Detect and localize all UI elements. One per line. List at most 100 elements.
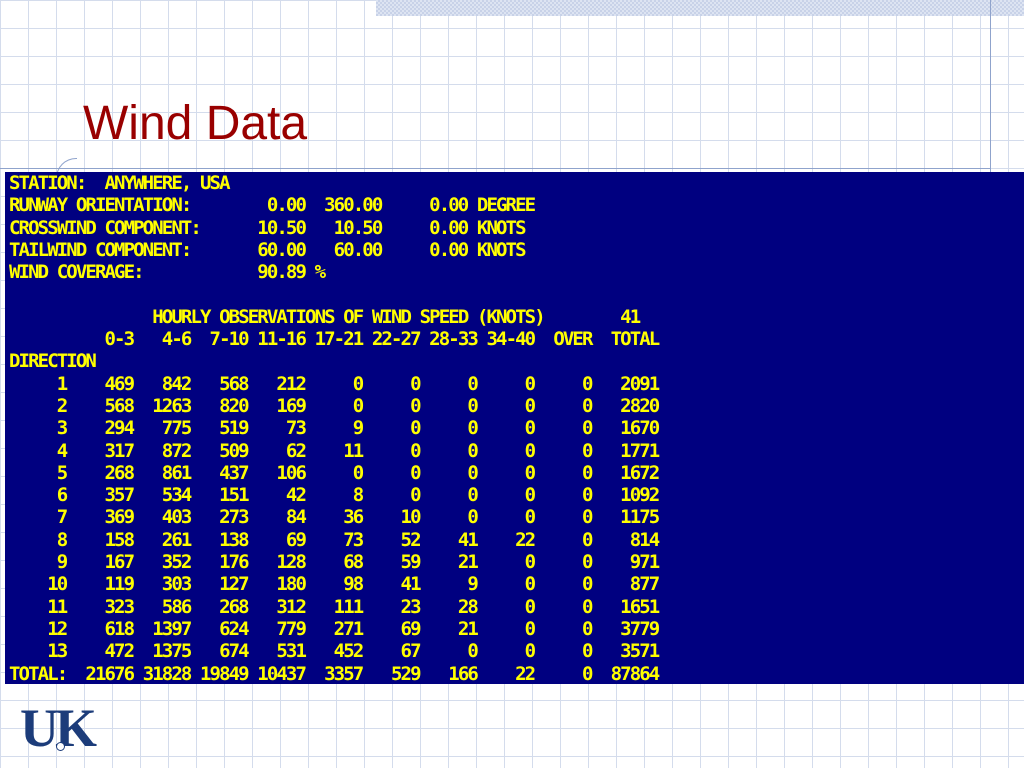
total-cell: 87864 xyxy=(591,662,661,684)
column-header-5: 22-27 xyxy=(362,328,422,351)
table-cell: 28 xyxy=(419,595,479,618)
table-cell: 312 xyxy=(247,595,307,618)
table-cell: 1771 xyxy=(591,439,660,462)
table-cell: 0 xyxy=(476,573,536,596)
table-cell: 67 xyxy=(362,640,422,663)
table-row: 2 568 1263 820 169 0 0 0 0 0 2820 xyxy=(5,395,1024,417)
table-cell: 0 xyxy=(534,484,593,507)
table-cell: 452 xyxy=(305,640,365,663)
slide-title: Wind Data xyxy=(83,97,308,150)
table-cell: 0 xyxy=(534,617,593,640)
table-cell: 0 xyxy=(534,461,593,484)
table-cell: 0 xyxy=(362,372,421,395)
table-cell: 872 xyxy=(133,439,193,462)
table-cell: 568 xyxy=(190,372,250,395)
table-row: 4 317 872 509 62 11 0 0 0 0 1771 xyxy=(5,440,1024,462)
table-row: 11 323 586 268 312 111 23 28 0 0 1651 xyxy=(5,596,1024,618)
direction-cell: 13 xyxy=(9,640,68,663)
table-cell: 519 xyxy=(190,417,250,440)
direction-cell: 12 xyxy=(9,617,68,640)
table-title-line: HOURLY OBSERVATIONS OF WIND SPEED (KNOTS… xyxy=(5,306,1024,328)
table-cell: 180 xyxy=(247,573,307,596)
decorative-vertical-line xyxy=(990,0,991,175)
table-cell: 0 xyxy=(476,506,536,529)
table-cell: 268 xyxy=(190,595,250,618)
table-cell: 1397 xyxy=(133,617,192,640)
direction-cell: 6 xyxy=(9,484,68,507)
table-cell: 779 xyxy=(247,617,307,640)
table-cell: 0 xyxy=(534,394,593,417)
decorative-top-band xyxy=(376,0,1024,16)
total-cell: 0 xyxy=(534,662,593,684)
table-cell: 814 xyxy=(591,528,661,551)
table-cell: 568 xyxy=(66,394,135,417)
table-cell: 317 xyxy=(66,439,135,462)
table-cell: 0 xyxy=(476,439,536,462)
direction-cell: 5 xyxy=(9,461,68,484)
total-cell: 10437 xyxy=(247,662,307,684)
table-cell: 0 xyxy=(476,595,536,618)
table-cell: 0 xyxy=(419,439,478,462)
table-cell: 403 xyxy=(133,506,193,529)
table-cell: 0 xyxy=(534,417,593,440)
table-cell: 0 xyxy=(419,506,478,529)
total-cell: 19849 xyxy=(190,662,250,684)
column-header-4: 17-21 xyxy=(305,328,365,351)
runway-orientation-line: RUNWAY ORIENTATION: 0.00 360.00 0.00 DEG… xyxy=(9,194,536,217)
table-cell: 0 xyxy=(362,484,421,507)
table-cell: 352 xyxy=(133,551,193,574)
table-cell: 169 xyxy=(247,394,307,417)
table-cell: 261 xyxy=(133,528,193,551)
table-cell: 0 xyxy=(476,484,536,507)
table-cell: 8 xyxy=(305,484,364,507)
table-cell: 59 xyxy=(362,551,422,574)
totals-label: TOTAL: xyxy=(9,662,68,684)
table-row: 7 369 403 273 84 36 10 0 0 0 1175 xyxy=(5,506,1024,528)
table-cell: 1263 xyxy=(133,394,192,417)
direction-cell: 3 xyxy=(9,417,68,440)
table-cell: 2091 xyxy=(591,372,660,395)
table-cell: 437 xyxy=(190,461,250,484)
table-row: 3 294 775 519 73 9 0 0 0 0 1670 xyxy=(5,417,1024,439)
table-cell: 877 xyxy=(591,573,661,596)
totals-line: TOTAL: 21676 31828 19849 10437 3357 529 … xyxy=(5,663,1024,684)
table-cell: 357 xyxy=(66,484,135,507)
table-cell: 73 xyxy=(247,417,307,440)
table-cell: 68 xyxy=(305,551,364,574)
table-cell: 0 xyxy=(476,461,536,484)
table-cell: 0 xyxy=(476,394,536,417)
table-title: HOURLY OBSERVATIONS OF WIND SPEED (KNOTS… xyxy=(152,305,545,328)
table-cell: 69 xyxy=(247,528,307,551)
table-cell: 84 xyxy=(247,506,307,529)
table-cell: 21 xyxy=(419,617,479,640)
table-cell: 128 xyxy=(247,551,307,574)
column-header-7: 34-40 xyxy=(476,328,536,351)
table-cell: 62 xyxy=(247,439,307,462)
direction-cell: 9 xyxy=(9,551,68,574)
total-cell: 21676 xyxy=(66,662,135,684)
table-cell: 9 xyxy=(305,417,364,440)
table-cell: 624 xyxy=(190,617,250,640)
table-cell: 0 xyxy=(476,417,536,440)
table-cell: 11 xyxy=(305,439,364,462)
table-cell: 674 xyxy=(190,640,250,663)
table-cell: 2820 xyxy=(591,394,660,417)
registered-mark-icon xyxy=(56,742,65,751)
column-header-9: TOTAL xyxy=(591,328,661,351)
table-cell: 212 xyxy=(247,372,307,395)
table-cell: 1651 xyxy=(591,595,660,618)
table-cell: 119 xyxy=(66,573,135,596)
table-cell: 0 xyxy=(534,551,593,574)
table-cell: 41 xyxy=(362,573,422,596)
table-cell: 22 xyxy=(476,528,536,551)
table-cell: 0 xyxy=(534,506,593,529)
table-cell: 0 xyxy=(362,461,421,484)
direction-cell: 1 xyxy=(9,372,68,395)
table-cell: 0 xyxy=(419,394,478,417)
column-header-line: 0-3 4-6 7-10 11-16 17-21 22-27 28-33 34-… xyxy=(5,328,1024,350)
table-cell: 42 xyxy=(247,484,307,507)
table-cell: 842 xyxy=(133,372,193,395)
table-cell: 52 xyxy=(362,528,422,551)
table-row: 12 618 1397 624 779 271 69 21 0 0 3779 xyxy=(5,618,1024,640)
